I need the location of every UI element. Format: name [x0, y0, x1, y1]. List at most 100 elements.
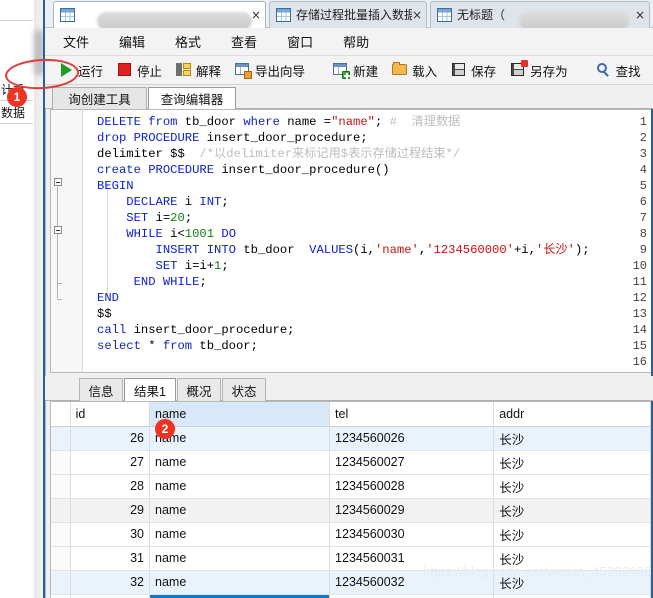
fold-tick — [57, 299, 62, 300]
fold-box-begin[interactable] — [54, 178, 62, 186]
row-marker-cell[interactable] — [51, 474, 71, 499]
row-marker-cell[interactable] — [51, 594, 71, 598]
sql-code-editor[interactable]: 1 2 3 4 5 6 7 8 9 10 11 12 13 14 15 16 DELETE from tb_d… — [50, 109, 651, 373]
table-row[interactable]: 33name1234560033长沙 — [51, 594, 651, 598]
cell-addr[interactable]: 长沙 — [493, 546, 651, 571]
column-header-addr[interactable]: addr — [493, 402, 651, 427]
tab-info[interactable]: 信息 — [79, 378, 123, 401]
stop-button[interactable]: 停止 — [111, 58, 168, 82]
load-button[interactable]: 载入 — [386, 58, 443, 82]
document-tab-1[interactable]: 存储过程批量插入数据... × — [269, 1, 427, 28]
code-token: tb_door; — [192, 339, 258, 353]
save-as-button[interactable]: 另存为 — [504, 58, 574, 82]
cell-name[interactable]: name — [149, 522, 331, 547]
menu-item-format[interactable]: 格式 — [165, 30, 211, 53]
save-button[interactable]: 保存 — [445, 58, 502, 82]
column-header-tel[interactable]: tel — [329, 402, 495, 427]
cell-tel[interactable]: 1234560028 — [329, 474, 495, 499]
cell-addr[interactable]: 长沙 — [493, 522, 651, 547]
close-icon[interactable]: × — [635, 9, 645, 21]
tab-query-builder[interactable]: 询创建工具 — [52, 87, 147, 109]
save-button-label: 保存 — [471, 64, 497, 79]
row-marker-cell[interactable] — [51, 450, 71, 475]
table-row[interactable]: 29 name 1234560029 长沙 — [51, 498, 651, 523]
cell-id[interactable]: 26 — [70, 426, 151, 451]
new-button[interactable]: 新建 — [327, 58, 384, 82]
cell-name[interactable]: name — [149, 546, 331, 571]
cell-tel[interactable]: 1234560031 — [329, 546, 495, 571]
menu-item-file[interactable]: 文件 — [53, 30, 99, 53]
cell-id[interactable]: 30 — [70, 522, 151, 547]
menu-item-help[interactable]: 帮助 — [333, 30, 379, 53]
cell-addr[interactable]: 长沙 — [493, 570, 651, 595]
cell-addr[interactable]: 长沙 — [493, 426, 651, 451]
cell-tel[interactable]: 1234560030 — [329, 522, 495, 547]
cell-name[interactable]: name — [149, 594, 331, 598]
code-token: from — [162, 339, 193, 353]
cell-tel[interactable]: 1234560032 — [329, 570, 495, 595]
line-number: 12 — [632, 291, 647, 305]
line-number: 9 — [639, 243, 647, 257]
table-row[interactable]: 28 name 1234560028 长沙 — [51, 474, 651, 499]
line-number: 4 — [639, 163, 647, 177]
table-row[interactable]: 27 name 1234560027 长沙 — [51, 450, 651, 475]
column-header-name[interactable]: name — [149, 402, 331, 427]
tab-status[interactable]: 状态 — [222, 378, 266, 401]
cell-id[interactable]: 32 — [70, 570, 151, 595]
code-token: (i, — [353, 243, 375, 257]
cell-tel[interactable]: 1234560026 — [329, 426, 495, 451]
tab-query-editor[interactable]: 查询编辑器 — [148, 87, 236, 109]
cell-id[interactable]: 27 — [70, 450, 151, 475]
row-marker-cell[interactable] — [51, 570, 71, 595]
cell-name[interactable]: name — [149, 474, 331, 499]
cell-name[interactable]: name — [149, 426, 331, 451]
cell-addr[interactable]: 长沙 — [493, 450, 651, 475]
cell-tel[interactable]: 1234560029 — [329, 498, 495, 523]
explain-button[interactable]: 解释 — [170, 58, 227, 82]
cell-id[interactable]: 33 — [70, 594, 151, 598]
line-number: 13 — [632, 307, 647, 321]
tab-result1[interactable]: 结果1 — [124, 378, 176, 401]
cell-tel[interactable]: 1234560027 — [329, 450, 495, 475]
run-button[interactable]: 运行 — [52, 58, 109, 82]
tab-profile[interactable]: 概况 — [177, 378, 221, 401]
row-marker-cell[interactable] — [51, 426, 71, 451]
export-wizard-button[interactable]: 导出向导 — [229, 58, 311, 82]
menu-item-view[interactable]: 查看 — [221, 30, 267, 53]
save-as-button-label: 另存为 — [530, 64, 568, 79]
line-number: 8 — [639, 227, 647, 241]
cell-addr[interactable]: 长沙 — [493, 594, 651, 598]
cell-id[interactable]: 29 — [70, 498, 151, 523]
cell-name[interactable]: name — [149, 450, 331, 475]
column-header-id[interactable]: id — [70, 402, 151, 427]
cell-name[interactable]: name — [149, 570, 331, 595]
result-grid[interactable]: id name tel addr 26 name 1234560026 长沙 27 nam… — [50, 401, 651, 598]
row-marker-cell[interactable] — [51, 546, 71, 571]
table-row[interactable]: 31 name 1234560031 长沙 — [51, 546, 651, 571]
cell-addr[interactable]: 长沙 — [493, 474, 651, 499]
close-icon[interactable]: × — [251, 9, 261, 21]
row-marker-cell[interactable] — [51, 522, 71, 547]
menu-item-edit[interactable]: 编辑 — [109, 30, 155, 53]
new-button-label: 新建 — [353, 64, 379, 79]
row-marker-cell[interactable] — [51, 498, 71, 523]
table-row[interactable]: 30 name 1234560030 长沙 — [51, 522, 651, 547]
close-icon[interactable]: × — [412, 9, 422, 21]
cell-name[interactable]: name — [149, 498, 331, 523]
cell-addr[interactable]: 长沙 — [493, 498, 651, 523]
fold-box-while[interactable] — [54, 226, 62, 234]
document-tab-0[interactable]: × — [53, 1, 266, 30]
code-token: insert_door_procedure; — [126, 323, 295, 337]
document-tab-2[interactable]: 无标题（ ... × — [430, 1, 650, 30]
table-row[interactable]: 32 name 1234560032 长沙 — [51, 570, 651, 595]
cell-id[interactable]: 28 — [70, 474, 151, 499]
code-token: "name" — [331, 115, 375, 129]
cell-id[interactable]: 31 — [70, 546, 151, 571]
word-wrap-button[interactable]: ↵ 自动换行 — [649, 58, 653, 82]
table-row[interactable]: 26 name 1234560026 长沙 — [51, 426, 651, 451]
find-button[interactable]: 查找 — [590, 58, 647, 82]
menu-item-window[interactable]: 窗口 — [277, 30, 323, 53]
cell-tel[interactable]: 1234560033 — [329, 594, 495, 598]
